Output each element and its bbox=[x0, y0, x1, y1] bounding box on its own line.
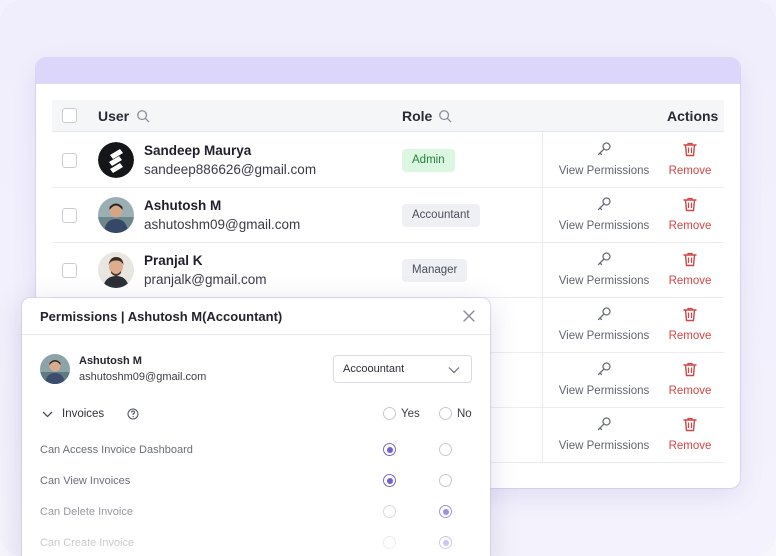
permission-yes-radio[interactable] bbox=[383, 474, 396, 487]
view-permissions-label: View Permissions bbox=[558, 165, 650, 177]
permission-no-radio[interactable] bbox=[439, 474, 452, 487]
help-circle-icon bbox=[127, 408, 139, 420]
trash-icon bbox=[683, 307, 697, 322]
remove-label: Remove bbox=[668, 440, 712, 452]
view-permissions-button[interactable]: View Permissions bbox=[557, 141, 651, 177]
table-row: Sandeep Maurya sandeep886626@gmail.com Adm… bbox=[52, 133, 724, 188]
user-name: Pranjal K bbox=[144, 253, 203, 268]
user-name: Sandeep Maurya bbox=[144, 143, 252, 158]
remove-button[interactable]: Remove bbox=[664, 251, 716, 287]
remove-label: Remove bbox=[668, 220, 712, 232]
view-permissions-button[interactable]: View Permissions bbox=[557, 361, 651, 397]
key-icon bbox=[597, 252, 611, 266]
actions-divider bbox=[542, 298, 543, 352]
permission-label: Can Delete Invoice bbox=[40, 506, 133, 518]
role-select-value: Accoountant bbox=[343, 363, 405, 375]
trash-icon bbox=[683, 252, 697, 267]
row-checkbox[interactable] bbox=[62, 153, 77, 168]
column-header-actions: Actions bbox=[667, 108, 719, 124]
actions-divider bbox=[542, 353, 543, 407]
remove-button[interactable]: Remove bbox=[664, 416, 716, 452]
column-header-user: User bbox=[98, 108, 130, 124]
remove-button[interactable]: Remove bbox=[664, 196, 716, 232]
permission-label: Can Create Invoice bbox=[40, 537, 135, 549]
view-permissions-button[interactable]: View Permissions bbox=[557, 306, 651, 342]
key-icon bbox=[597, 307, 611, 321]
remove-label: Remove bbox=[668, 165, 712, 177]
permission-label: Can View Invoices bbox=[40, 475, 131, 487]
remove-label: Remove bbox=[668, 275, 712, 287]
remove-label: Remove bbox=[668, 385, 712, 397]
section-label: Invoices bbox=[62, 408, 105, 420]
select-all-no-radio[interactable] bbox=[439, 407, 452, 420]
view-permissions-label: View Permissions bbox=[558, 385, 650, 397]
view-permissions-label: View Permissions bbox=[558, 220, 650, 232]
row-checkbox[interactable] bbox=[62, 263, 77, 278]
actions-divider bbox=[542, 243, 543, 297]
key-icon bbox=[597, 142, 611, 156]
permission-yes-radio[interactable] bbox=[383, 536, 396, 549]
search-icon[interactable] bbox=[136, 109, 150, 123]
role-badge: Admin bbox=[402, 149, 455, 172]
view-permissions-label: View Permissions bbox=[558, 275, 650, 287]
user-email: sandeep886626@gmail.com bbox=[144, 162, 317, 177]
avatar bbox=[98, 252, 134, 288]
table-header: User Role Actions bbox=[52, 100, 724, 132]
card-header-band bbox=[36, 58, 740, 84]
permission-yes-radio[interactable] bbox=[383, 443, 396, 456]
view-permissions-button[interactable]: View Permissions bbox=[557, 251, 651, 287]
trash-icon bbox=[683, 417, 697, 432]
remove-label: Remove bbox=[668, 330, 712, 342]
avatar bbox=[98, 142, 134, 178]
trash-icon bbox=[683, 197, 697, 212]
actions-divider bbox=[542, 408, 543, 462]
permissions-modal: Permissions | Ashutosh M(Accountant) Ash… bbox=[22, 298, 490, 556]
user-email: ashutoshm09@gmail.com bbox=[144, 217, 301, 232]
role-badge: Accountant bbox=[402, 204, 480, 227]
permission-yes-radio[interactable] bbox=[383, 505, 396, 518]
actions-divider bbox=[542, 188, 543, 242]
permission-no-radio[interactable] bbox=[439, 536, 452, 549]
column-header-role: Role bbox=[402, 108, 433, 124]
remove-button[interactable]: Remove bbox=[664, 306, 716, 342]
table-row: Ashutosh M ashutoshm09@gmail.com Accountan… bbox=[52, 188, 724, 243]
key-icon bbox=[597, 417, 611, 431]
chevron-down-icon bbox=[448, 367, 460, 374]
permission-no-radio[interactable] bbox=[439, 505, 452, 518]
modal-user-email: ashutoshm09@gmail.com bbox=[79, 371, 207, 383]
avatar bbox=[40, 354, 70, 384]
view-permissions-button[interactable]: View Permissions bbox=[557, 416, 651, 452]
key-icon bbox=[597, 197, 611, 211]
actions-divider bbox=[542, 133, 543, 187]
select-all-yes-radio[interactable] bbox=[383, 407, 396, 420]
avatar bbox=[98, 197, 134, 233]
trash-icon bbox=[683, 362, 697, 377]
key-icon bbox=[597, 362, 611, 376]
remove-button[interactable]: Remove bbox=[664, 361, 716, 397]
search-icon[interactable] bbox=[438, 109, 452, 123]
view-permissions-button[interactable]: View Permissions bbox=[557, 196, 651, 232]
modal-title: Permissions | Ashutosh M(Accountant) bbox=[40, 309, 283, 324]
view-permissions-label: View Permissions bbox=[558, 330, 650, 342]
select-all-checkbox[interactable] bbox=[62, 108, 77, 123]
permission-label: Can Access Invoice Dashboard bbox=[40, 444, 193, 456]
modal-user-name: Ashutosh M bbox=[79, 355, 142, 367]
view-permissions-label: View Permissions bbox=[558, 440, 650, 452]
yes-label: Yes bbox=[401, 408, 420, 420]
close-icon[interactable] bbox=[462, 309, 476, 323]
chevron-down-icon[interactable] bbox=[42, 410, 53, 419]
role-select[interactable]: Accoountant bbox=[333, 355, 472, 383]
row-checkbox[interactable] bbox=[62, 208, 77, 223]
no-label: No bbox=[457, 408, 472, 420]
trash-icon bbox=[683, 142, 697, 157]
permission-no-radio[interactable] bbox=[439, 443, 452, 456]
user-name: Ashutosh M bbox=[144, 198, 222, 213]
table-row: Pranjal K pranjalk@gmail.com Manager View P… bbox=[52, 243, 724, 298]
remove-button[interactable]: Remove bbox=[664, 141, 716, 177]
role-badge: Manager bbox=[402, 259, 468, 282]
modal-header: Permissions | Ashutosh M(Accountant) bbox=[22, 298, 490, 335]
user-email: pranjalk@gmail.com bbox=[144, 272, 267, 287]
